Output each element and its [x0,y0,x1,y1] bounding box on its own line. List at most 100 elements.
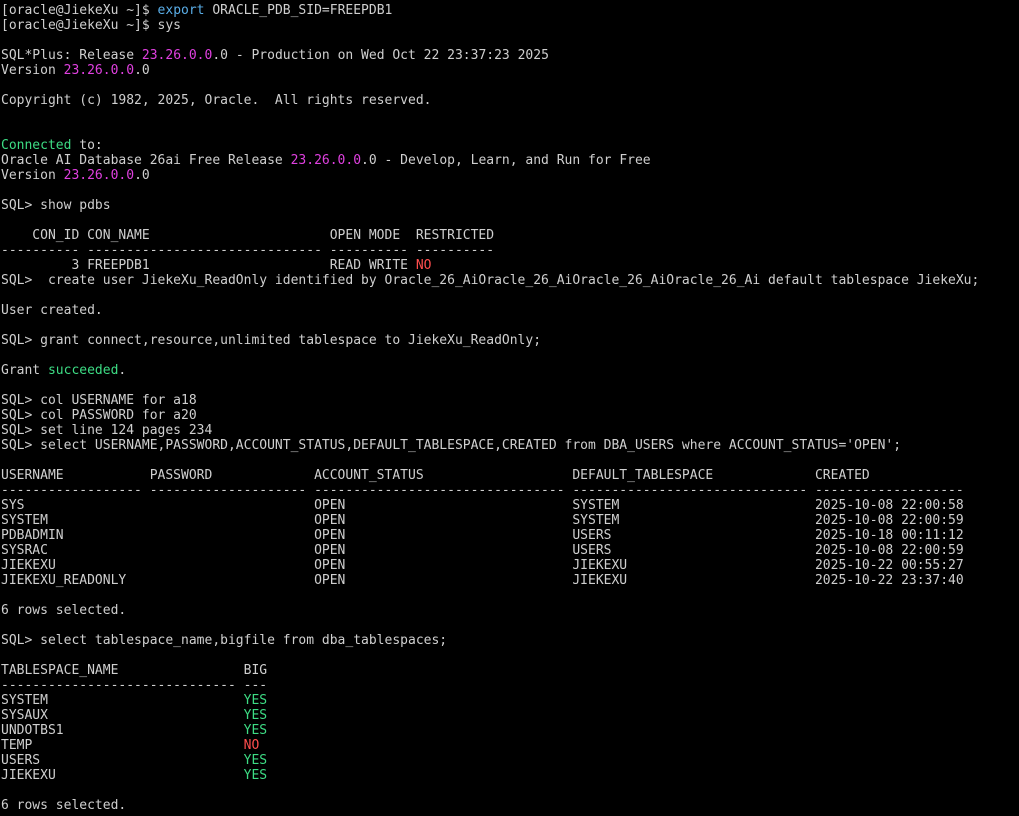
terminal-line: Oracle AI Database 26ai Free Release 23.… [1,153,1019,168]
terminal-line: User created. [1,303,1019,318]
terminal-line: Version 23.26.0.0.0 [1,168,1019,183]
terminal-text: SYS OPEN SYSTEM 2025-10-08 22:00:58 [1,498,964,513]
terminal-text: export [157,3,205,18]
terminal-line: TABLESPACE_NAME BIG [1,663,1019,678]
terminal-text: . [118,363,127,378]
terminal-text: 6 rows selected. [1,603,127,618]
terminal-line: [oracle@JiekeXu ~]$ export ORACLE_PDB_SI… [1,3,1019,18]
terminal-line: SQL> col PASSWORD for a20 [1,408,1019,423]
terminal-text: TEMP [1,738,244,753]
terminal-line: ------------------ -------------------- … [1,483,1019,498]
terminal-line: JIEKEXU OPEN JIEKEXU 2025-10-22 00:55:27 [1,558,1019,573]
terminal-text: SQL> show pdbs [1,198,111,213]
terminal-line: SYS OPEN SYSTEM 2025-10-08 22:00:58 [1,498,1019,513]
terminal-line: JIEKEXU YES [1,768,1019,783]
terminal-line: 6 rows selected. [1,603,1019,618]
terminal-line: SQL> set line 124 pages 234 [1,423,1019,438]
terminal-text: USERS [1,753,244,768]
terminal-text: SQL> col PASSWORD for a20 [1,408,197,423]
terminal-line: SQL> col USERNAME for a18 [1,393,1019,408]
terminal-text: YES [243,753,268,768]
terminal-text: ------------------------------ --- [1,678,268,693]
terminal-text: SQL> select tablespace_name,bigfile from… [1,633,448,648]
terminal-text: to: [71,138,103,153]
terminal-line: USERNAME PASSWORD ACCOUNT_STATUS DEFAULT… [1,468,1019,483]
terminal-line: 3 FREEPDB1 READ WRITE NO [1,258,1019,273]
terminal-line: CON_ID CON_NAME OPEN MODE RESTRICTED [1,228,1019,243]
terminal-line: SQL> grant connect,resource,unlimited ta… [1,333,1019,348]
terminal-line: Copyright (c) 1982, 2025, Oracle. All ri… [1,93,1019,108]
terminal-line: TEMP NO [1,738,1019,753]
terminal-text: Grant [1,363,48,378]
terminal-text: YES [243,693,268,708]
terminal-text: YES [243,708,268,723]
terminal-text: Version [1,63,64,78]
terminal-text: SYSTEM OPEN SYSTEM 2025-10-08 22:00:59 [1,513,964,528]
terminal-output[interactable]: [oracle@JiekeXu ~]$ export ORACLE_PDB_SI… [0,3,1019,813]
terminal-line: UNDOTBS1 YES [1,723,1019,738]
terminal-text: JIEKEXU OPEN JIEKEXU 2025-10-22 00:55:27 [1,558,964,573]
terminal-text: SQL> select USERNAME,PASSWORD,ACCOUNT_ST… [1,438,902,453]
terminal-text: ------------------ -------------------- … [1,483,964,498]
terminal-text: Version [1,168,64,183]
terminal-line: SQL> select USERNAME,PASSWORD,ACCOUNT_ST… [1,438,1019,453]
terminal-line: ---------- -----------------------------… [1,243,1019,258]
terminal-text: PDBADMIN OPEN USERS 2025-10-18 00:11:12 [1,528,964,543]
terminal-line: USERS YES [1,753,1019,768]
terminal-line: Version 23.26.0.0.0 [1,63,1019,78]
terminal-line: SQL*Plus: Release 23.26.0.0.0 - Producti… [1,48,1019,63]
terminal-line: SYSAUX YES [1,708,1019,723]
terminal-text: 23.26.0.0 [63,63,135,78]
terminal-text: 23.26.0.0 [141,48,213,63]
terminal-line: ------------------------------ --- [1,678,1019,693]
terminal-line: SYSRAC OPEN USERS 2025-10-08 22:00:59 [1,543,1019,558]
terminal-line: Connected to: [1,138,1019,153]
terminal-line: Grant succeeded. [1,363,1019,378]
terminal-text: TABLESPACE_NAME BIG [1,663,268,678]
terminal-text: SQL> grant connect,resource,unlimited ta… [1,333,542,348]
terminal-text: .0 - Production on Wed Oct 22 23:37:23 2… [212,48,549,63]
terminal-text: SYSTEM [1,693,244,708]
terminal-line: SYSTEM OPEN SYSTEM 2025-10-08 22:00:59 [1,513,1019,528]
terminal-line: PDBADMIN OPEN USERS 2025-10-18 00:11:12 [1,528,1019,543]
terminal-text: YES [243,723,268,738]
terminal-text: JIEKEXU [1,768,244,783]
terminal-text: JIEKEXU_READONLY OPEN JIEKEXU 2025-10-22… [1,573,964,588]
terminal-text: Connected [1,138,72,153]
terminal-text: SYSAUX [1,708,244,723]
terminal-window[interactable]: [oracle@JiekeXu ~]$ export ORACLE_PDB_SI… [0,0,1019,816]
terminal-text: Copyright (c) 1982, 2025, Oracle. All ri… [1,93,432,108]
terminal-text: USERNAME PASSWORD ACCOUNT_STATUS DEFAULT… [1,468,870,483]
terminal-text: NO [243,738,260,753]
terminal-text: 6 rows selected. [1,798,127,813]
terminal-text: CON_ID CON_NAME OPEN MODE RESTRICTED [1,228,495,243]
terminal-line: SQL> create user JiekeXu_ReadOnly identi… [1,273,1019,288]
terminal-text: UNDOTBS1 [1,723,244,738]
terminal-line: SQL> show pdbs [1,198,1019,213]
terminal-line: 6 rows selected. [1,798,1019,813]
terminal-line: JIEKEXU_READONLY OPEN JIEKEXU 2025-10-22… [1,573,1019,588]
terminal-text: User created. [1,303,103,318]
terminal-text: SQL*Plus: Release [1,48,142,63]
terminal-text: ORACLE_PDB_SID=FREEPDB1 [204,3,393,18]
terminal-text: succeeded [47,363,119,378]
terminal-text: .0 [134,63,150,78]
terminal-text: YES [243,768,268,783]
terminal-line: SQL> select tablespace_name,bigfile from… [1,633,1019,648]
terminal-text: ---------- -----------------------------… [1,243,495,258]
terminal-text: .0 [134,168,150,183]
terminal-line: [oracle@JiekeXu ~]$ sys [1,18,1019,33]
terminal-text: 23.26.0.0 [290,153,362,168]
terminal-text: Oracle AI Database 26ai Free Release [1,153,291,168]
